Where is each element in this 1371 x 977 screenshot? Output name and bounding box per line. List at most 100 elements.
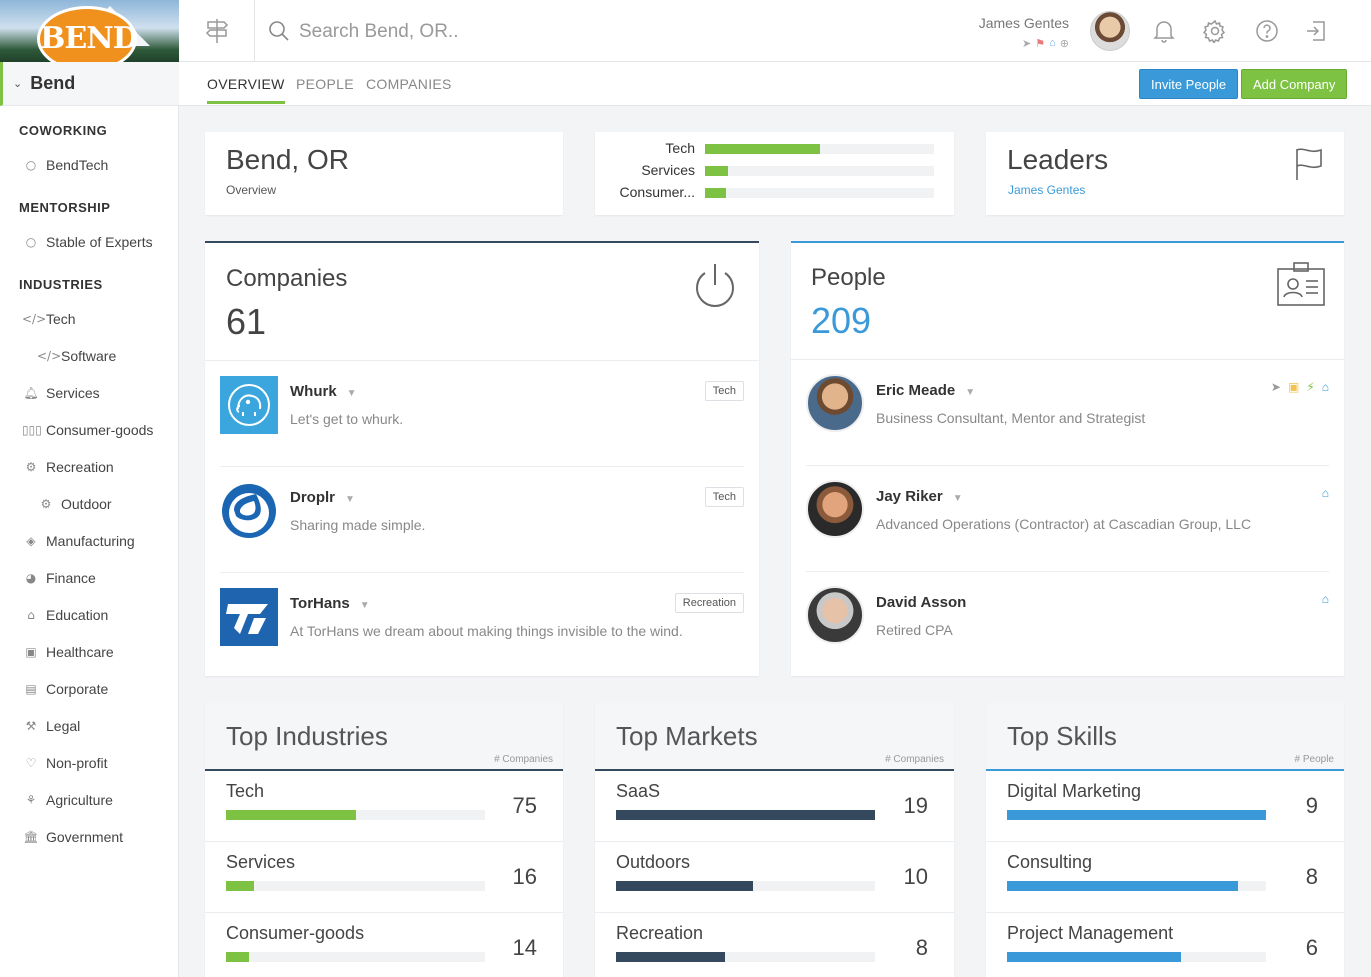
top-skills-title: Top Skills xyxy=(1007,721,1117,751)
row-label: Project Management xyxy=(1007,923,1174,943)
row-label: Tech xyxy=(226,781,265,801)
avatar[interactable] xyxy=(806,374,864,432)
row-track xyxy=(1007,881,1266,891)
invite-people-button[interactable]: Invite People xyxy=(1139,69,1239,99)
sidebar-item-legal[interactable]: ⚒ Legal xyxy=(22,718,81,734)
sidebar-item-corporate[interactable]: ▤ Corporate xyxy=(22,681,108,697)
city-logo[interactable]: BEND xyxy=(0,0,179,62)
search-input[interactable] xyxy=(299,17,799,47)
chevron-down-icon[interactable]: ▼ xyxy=(360,600,370,611)
sidebar-item-recreation[interactable]: ⚙ Recreation xyxy=(22,459,114,475)
tab-companies[interactable]: COMPANIES xyxy=(366,76,452,92)
chevron-down-icon[interactable]: ▼ xyxy=(345,494,355,505)
section-industries: INDUSTRIES xyxy=(19,277,103,292)
chevron-down-icon[interactable]: ▼ xyxy=(965,387,975,398)
pie-chart-icon: ◕ xyxy=(25,571,37,585)
industry-mini-card: Tech Services Consumer... xyxy=(595,132,954,215)
logout-icon[interactable] xyxy=(1303,18,1329,44)
top-industries-header: Top Industries # Companies xyxy=(205,703,563,771)
top-industries-unit: # Companies xyxy=(494,754,553,765)
search-icon[interactable] xyxy=(268,20,290,47)
industry-tag[interactable]: Recreation xyxy=(674,593,744,613)
help-icon[interactable] xyxy=(1254,18,1280,44)
industry-tag[interactable]: Tech xyxy=(704,381,744,401)
leader-link[interactable]: James Gentes xyxy=(1008,183,1085,197)
table-row[interactable]: Recreation 8 xyxy=(595,913,954,977)
sidebar-item-education[interactable]: ⌂ Education xyxy=(22,607,108,623)
sidebar-item-finance[interactable]: ◕ Finance xyxy=(22,570,96,586)
cube-icon: ◈ xyxy=(26,534,36,548)
table-row[interactable]: Consulting 8 xyxy=(986,842,1344,913)
barcode-icon: ▯▯▯ xyxy=(22,423,42,437)
section-mentorship: MENTORSHIP xyxy=(19,200,111,215)
list-item[interactable]: Droplr ▼ Sharing made simple. Tech xyxy=(220,467,744,573)
sidebar-item-agriculture[interactable]: ⚘ Agriculture xyxy=(22,792,113,808)
code-icon: </> xyxy=(37,349,62,363)
graduation-cap-icon: ⌂ xyxy=(1321,486,1329,500)
torhans-logo xyxy=(220,588,278,646)
mini-bar-track xyxy=(705,166,934,176)
sidebar-item-stable-of-experts[interactable]: ○ Stable of Experts xyxy=(22,234,153,250)
sidebar-item-consumer-goods[interactable]: ▯▯▯ Consumer-goods xyxy=(22,422,153,438)
chevron-down-icon[interactable]: ▼ xyxy=(347,388,357,399)
sidebar: BEND ⌄ Bend COWORKING ○ BendTech MENTORSH… xyxy=(0,0,179,977)
sidebar-item-software[interactable]: </> Software xyxy=(37,348,116,364)
table-row[interactable]: Outdoors 10 xyxy=(595,842,954,913)
industry-tag[interactable]: Tech xyxy=(704,487,744,507)
company-name[interactable]: Droplr ▼ xyxy=(290,489,355,506)
table-row[interactable]: Digital Marketing 9 xyxy=(986,771,1344,842)
list-item[interactable]: TorHans ▼ At TorHans we dream about makin… xyxy=(220,573,744,679)
sidebar-item-healthcare[interactable]: ▣ Healthcare xyxy=(22,644,113,660)
mini-bar-row[interactable]: Tech xyxy=(595,140,954,160)
people-count[interactable]: 209 xyxy=(811,300,871,342)
sidebar-item-tech[interactable]: </> Tech xyxy=(22,311,76,327)
sidebar-item-bendtech[interactable]: ○ BendTech xyxy=(22,157,109,173)
person-name[interactable]: David Asson xyxy=(876,594,966,611)
table-row[interactable]: Consumer-goods 14 xyxy=(205,913,563,977)
sidebar-item-non-profit[interactable]: ♡ Non-profit xyxy=(22,755,108,771)
bell-icon: 🔔︎ xyxy=(23,386,39,400)
list-item[interactable]: David Asson Retired CPA ⌂ xyxy=(806,572,1329,678)
mini-bar-row[interactable]: Services xyxy=(595,162,954,182)
top-industries-title: Top Industries xyxy=(226,721,388,751)
city-selector[interactable]: ⌄ Bend xyxy=(0,62,179,106)
page-subtitle: Overview xyxy=(226,183,277,197)
signpost-icon[interactable] xyxy=(179,0,255,62)
companies-count[interactable]: 61 xyxy=(226,301,266,343)
list-item[interactable]: Eric Meade ▼ Business Consultant, Mentor … xyxy=(806,360,1329,466)
top-industries-card: Top Industries # Companies Tech 75 Servi… xyxy=(205,703,563,977)
avatar[interactable] xyxy=(806,480,864,538)
company-name[interactable]: Whurk ▼ xyxy=(290,383,357,400)
list-item[interactable]: Jay Riker ▼ Advanced Operations (Contract… xyxy=(806,466,1329,572)
building-icon: ▤ xyxy=(25,682,37,696)
table-row[interactable]: Project Management 6 xyxy=(986,913,1344,977)
company-name[interactable]: TorHans ▼ xyxy=(290,595,370,612)
bell-icon[interactable] xyxy=(1151,18,1177,44)
mini-bar-row[interactable]: Consumer... xyxy=(595,184,954,204)
table-row[interactable]: Services 16 xyxy=(205,842,563,913)
mini-bar-fill xyxy=(705,144,820,154)
row-label: Services xyxy=(226,852,296,872)
table-row[interactable]: Tech 75 xyxy=(205,771,563,842)
person-name[interactable]: Eric Meade ▼ xyxy=(876,382,975,399)
avatar[interactable] xyxy=(806,586,864,644)
table-row[interactable]: SaaS 19 xyxy=(595,771,954,842)
list-item[interactable]: Whurk ▼ Let's get to whurk. Tech xyxy=(220,361,744,467)
avatar[interactable] xyxy=(1090,11,1130,51)
page-title: Bend, OR xyxy=(226,144,349,175)
tab-overview[interactable]: OVERVIEW xyxy=(207,76,285,104)
chevron-down-icon[interactable]: ▼ xyxy=(953,493,963,504)
sidebar-item-government[interactable]: 🏛︎ Government xyxy=(22,829,123,845)
gear-icon[interactable] xyxy=(1202,18,1228,44)
user-badges: ➤ ⚑ ⌂ ⊕ xyxy=(1022,37,1069,50)
add-company-button[interactable]: Add Company xyxy=(1241,69,1348,99)
user-name[interactable]: James Gentes xyxy=(979,15,1069,31)
row-label: Recreation xyxy=(616,923,704,943)
sidebar-item-services[interactable]: 🔔︎ Services xyxy=(22,385,99,401)
row-value: 19 xyxy=(903,793,928,818)
sidebar-item-manufacturing[interactable]: ◈ Manufacturing xyxy=(22,533,134,549)
person-name[interactable]: Jay Riker ▼ xyxy=(876,488,963,505)
top-skills-card: Top Skills # People Digital Marketing 9 … xyxy=(986,703,1344,977)
sidebar-item-outdoor[interactable]: ⚙ Outdoor xyxy=(37,496,112,512)
tab-people[interactable]: PEOPLE xyxy=(296,76,354,92)
